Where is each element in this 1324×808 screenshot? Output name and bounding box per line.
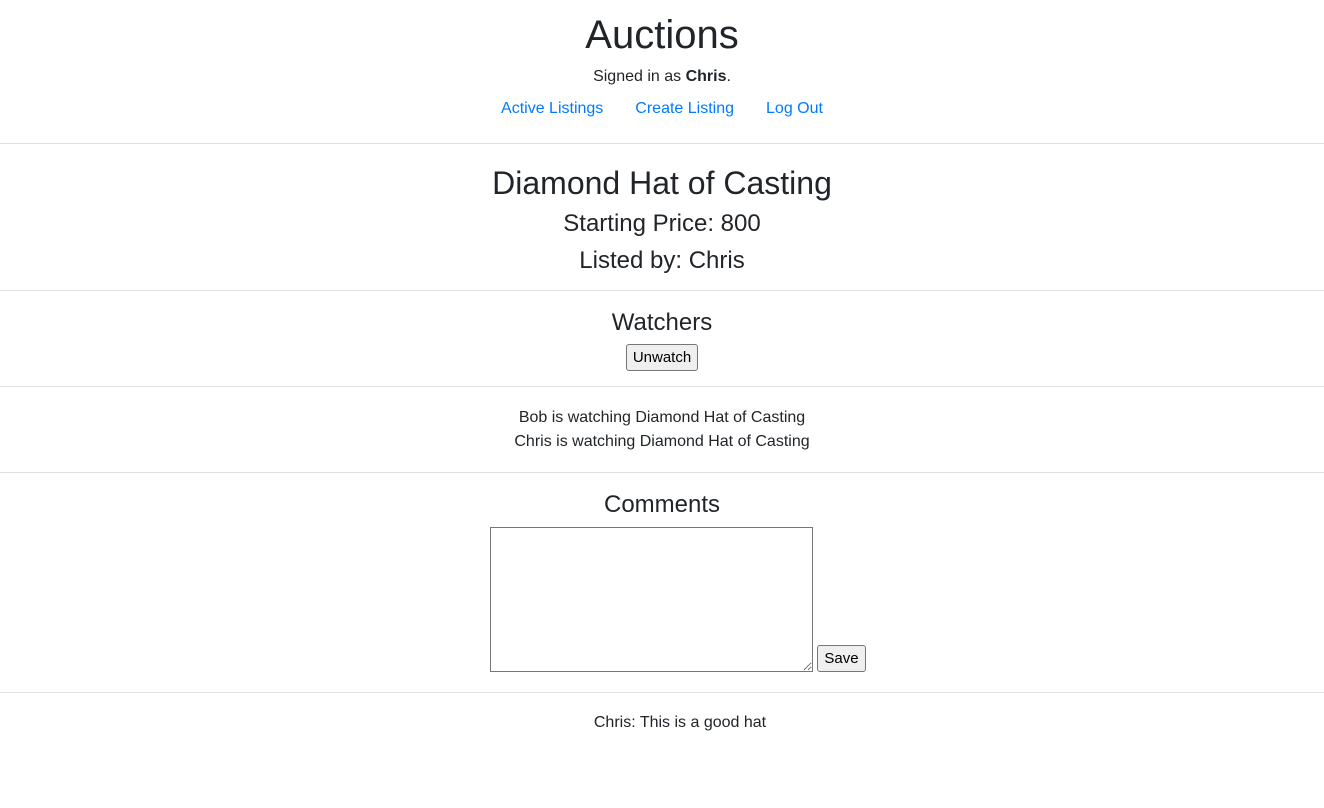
listing-title: Diamond Hat of Casting (492, 165, 832, 201)
save-button[interactable]: Save (817, 645, 866, 672)
signed-in-username: Chris (685, 68, 727, 85)
main-nav: Active Listings Create Listing Log Out (0, 99, 1324, 119)
comments-section: Comments Save (0, 473, 1324, 672)
page: Auctions Signed in as Chris. Active List… (0, 0, 1324, 808)
listed-by: Listed by: Chris (579, 247, 745, 274)
comment-item: Chris: This is a good hat (593, 714, 767, 731)
watchers-heading: Watchers (611, 309, 713, 336)
signed-in-suffix: . (726, 68, 731, 85)
watchers-list: Bob is watching Diamond Hat of Casting C… (0, 387, 1324, 454)
site-title: Auctions (585, 13, 739, 57)
site-header: Auctions Signed in as Chris. Active List… (0, 0, 1324, 119)
starting-price: Starting Price: 800 (563, 210, 761, 237)
nav-create-listing-link[interactable]: Create Listing (635, 99, 734, 119)
listing-details: Diamond Hat of Casting Starting Price: 8… (0, 144, 1324, 276)
comments-list: Chris: This is a good hat (0, 693, 1324, 733)
nav-active-listings-link[interactable]: Active Listings (501, 99, 603, 119)
watchers-section: Watchers Unwatch (0, 291, 1324, 371)
list-item: Bob is watching Diamond Hat of Casting (518, 409, 806, 426)
comments-heading: Comments (603, 491, 721, 518)
unwatch-button[interactable]: Unwatch (625, 344, 699, 371)
comment-input[interactable] (490, 527, 814, 672)
comment-form: Save (0, 527, 1324, 672)
nav-log-out-link[interactable]: Log Out (766, 99, 823, 119)
signed-in-status: Signed in as Chris. (0, 67, 1324, 87)
signed-in-prefix: Signed in as (593, 68, 686, 85)
list-item: Chris is watching Diamond Hat of Casting (514, 433, 810, 450)
